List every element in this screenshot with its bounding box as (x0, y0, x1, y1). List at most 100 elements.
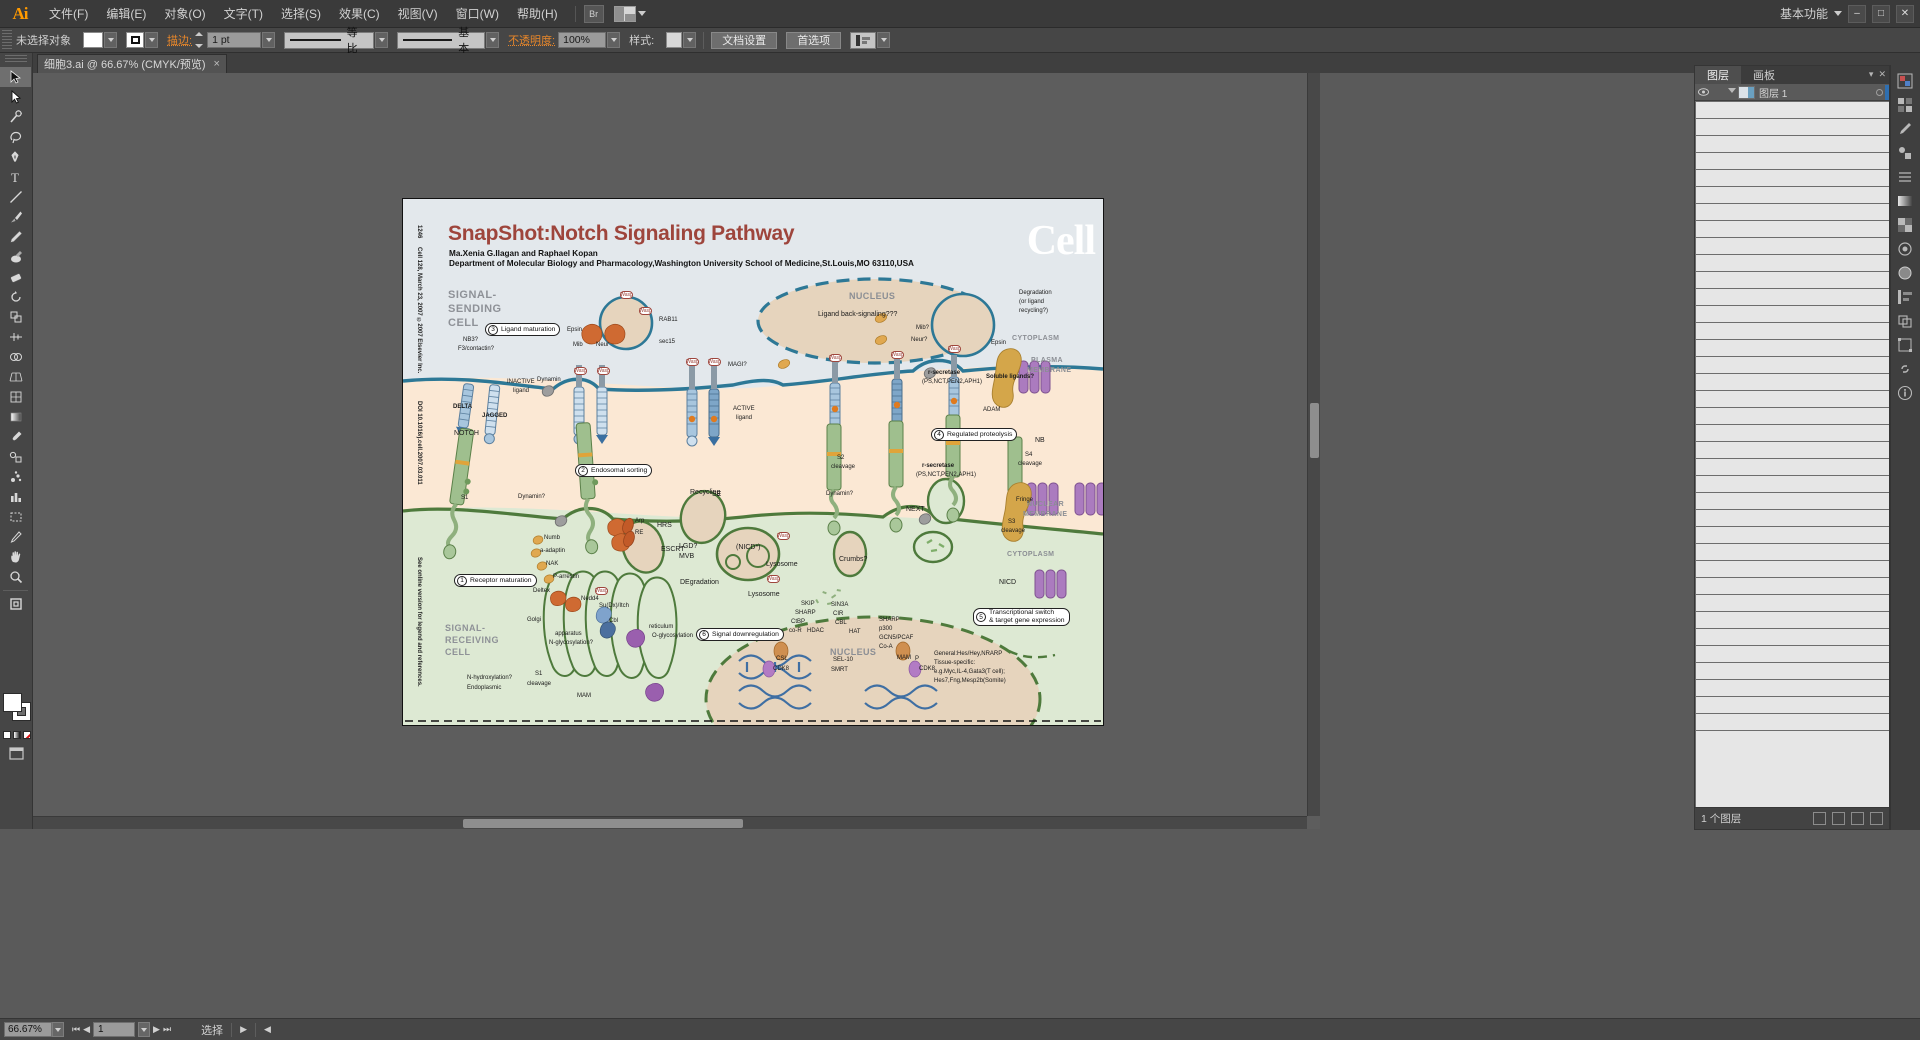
gradient-button[interactable] (13, 731, 21, 739)
tool-direct-selection[interactable] (0, 87, 31, 107)
layer-row[interactable]: <... (1695, 543, 1889, 807)
document-setup-button[interactable]: 文档设置 (711, 31, 778, 49)
menu-effect[interactable]: 效果(C) (330, 1, 389, 26)
layer-row[interactable]: C... (1695, 237, 1889, 763)
layer-row[interactable]: S... (1695, 424, 1889, 807)
menu-object[interactable]: 对象(O) (155, 1, 214, 26)
layer-row[interactable]: <... (1695, 594, 1889, 807)
step-5-callout[interactable]: 5 Transcriptional switch & target gene e… (973, 608, 1070, 626)
menu-window[interactable]: 窗口(W) (447, 1, 508, 26)
none-button[interactable] (23, 731, 31, 739)
stroke-profile-dropdown[interactable] (375, 32, 389, 48)
tool-artboard[interactable] (0, 507, 31, 527)
layers-list[interactable]: 图层 1 <图... <...<...H...e...T...G...S...C… (1695, 84, 1889, 807)
graphic-style-dropdown[interactable] (683, 32, 697, 48)
next-page-icon[interactable]: ▶ (153, 1024, 160, 1035)
layer-row[interactable]: P... (1695, 288, 1889, 807)
zoom-level-input[interactable]: 66.67% (4, 1022, 52, 1037)
tool-blend[interactable] (0, 447, 31, 467)
panel-icon-appearance[interactable] (1891, 237, 1919, 261)
stroke-swatch[interactable] (126, 32, 144, 48)
layer-row[interactable]: S... (1695, 441, 1889, 807)
canvas-vertical-scrollbar[interactable] (1307, 73, 1320, 816)
panel-icon-transform[interactable] (1891, 333, 1919, 357)
tool-perspective-grid[interactable] (0, 367, 31, 387)
layer-row[interactable]: H... (1695, 390, 1889, 807)
layer-row[interactable]: S... (1695, 322, 1889, 807)
brush-dropdown[interactable] (486, 32, 500, 48)
align-dropdown[interactable] (877, 32, 891, 48)
layer-row[interactable]: C... (1695, 407, 1889, 807)
tool-rotate[interactable] (0, 287, 31, 307)
layer-row[interactable]: <... (1695, 135, 1889, 661)
layer-row[interactable]: <... (1695, 662, 1889, 807)
layer-row[interactable]: <... (1695, 475, 1889, 807)
panel-collapse-icon[interactable]: ▾ (1869, 69, 1874, 80)
close-window-button[interactable]: ✕ (1896, 4, 1914, 23)
status-collapse-icon[interactable]: ◀ (264, 1024, 271, 1035)
step-1-callout[interactable]: 1 Receptor maturation (454, 574, 537, 587)
page-number-input[interactable]: 1 (93, 1022, 136, 1037)
layer-row[interactable]: <... (1695, 713, 1889, 807)
expand-triangle-icon[interactable] (1725, 87, 1738, 97)
stroke-weight-dropdown[interactable] (262, 32, 276, 48)
layer-row[interactable]: <... (1695, 577, 1889, 807)
tool-magic-wand[interactable] (0, 107, 31, 127)
panel-icon-align[interactable] (1891, 285, 1919, 309)
tool-hand[interactable] (0, 547, 31, 567)
tool-blob-brush[interactable] (0, 247, 31, 267)
stroke-weight-input[interactable]: 1 pt (207, 32, 262, 48)
layer-row[interactable]: H... (1695, 152, 1889, 678)
layer-row[interactable]: S... (1695, 220, 1889, 746)
stroke-dropdown[interactable] (145, 32, 158, 48)
layer-row[interactable]: <... (1695, 492, 1889, 807)
stroke-profile-combo[interactable]: 等比 (284, 27, 375, 55)
tool-width[interactable] (0, 327, 31, 347)
tool-eraser[interactable] (0, 267, 31, 287)
delete-layer-icon[interactable] (1870, 812, 1883, 825)
tool-shape-builder[interactable] (0, 347, 31, 367)
opacity-label[interactable]: 不透明度: (508, 32, 555, 48)
fill-color-box[interactable] (3, 693, 22, 712)
layer-row[interactable]: T... (1695, 186, 1889, 712)
maximize-button[interactable]: □ (1872, 4, 1890, 23)
canvas-horizontal-scrollbar[interactable] (33, 816, 1307, 829)
prev-page-icon[interactable]: ◀ (83, 1024, 90, 1035)
layer-row[interactable]: <... (1695, 458, 1889, 807)
menu-select[interactable]: 选择(S) (272, 1, 330, 26)
layer-row[interactable]: S... (1695, 373, 1889, 807)
tool-eyedropper[interactable] (0, 427, 31, 447)
tool-type[interactable]: T (0, 167, 31, 187)
create-sublayer-icon[interactable] (1832, 812, 1845, 825)
layer-row[interactable]: e... (1695, 169, 1889, 695)
tool-mesh[interactable] (0, 387, 31, 407)
fill-stroke-controls[interactable] (3, 693, 31, 723)
target-indicator[interactable] (1873, 88, 1885, 96)
layer-row[interactable]: N... (1695, 254, 1889, 780)
menu-edit[interactable]: 编辑(E) (97, 1, 155, 26)
step-4-callout[interactable]: 4 Regulated proteolysis (931, 428, 1018, 441)
color-button[interactable] (3, 731, 11, 739)
layers-footer-buttons[interactable] (1813, 812, 1889, 825)
graphic-style-swatch[interactable] (666, 32, 683, 48)
layer-row[interactable]: <... (1695, 560, 1889, 807)
step-6-callout[interactable]: 6 Signal downregulation (696, 628, 784, 641)
close-tab-icon[interactable]: × (214, 58, 220, 70)
tool-selection[interactable] (0, 67, 31, 87)
workspace-chevron-icon[interactable] (1834, 11, 1842, 16)
fill-swatch[interactable] (83, 32, 103, 48)
tool-gradient[interactable] (0, 407, 31, 427)
stroke-weight-stepper[interactable] (195, 32, 206, 48)
tool-pencil[interactable] (0, 227, 31, 247)
panel-icon-color[interactable] (1891, 69, 1919, 93)
vertical-scroll-thumb[interactable] (1310, 403, 1319, 458)
fill-dropdown[interactable] (104, 32, 117, 48)
layer-row[interactable]: <... (1695, 628, 1889, 807)
tool-slice[interactable] (0, 527, 31, 547)
artboard[interactable]: SnapShot:Notch Signaling Pathway Ma.Xeni… (402, 198, 1104, 726)
horizontal-scroll-thumb[interactable] (463, 819, 743, 828)
last-page-icon[interactable]: ⏭ (163, 1024, 171, 1035)
layer-row[interactable]: <... (1695, 509, 1889, 807)
layer-row[interactable]: <... (1695, 679, 1889, 807)
status-expand-icon[interactable]: ▶ (240, 1024, 247, 1035)
